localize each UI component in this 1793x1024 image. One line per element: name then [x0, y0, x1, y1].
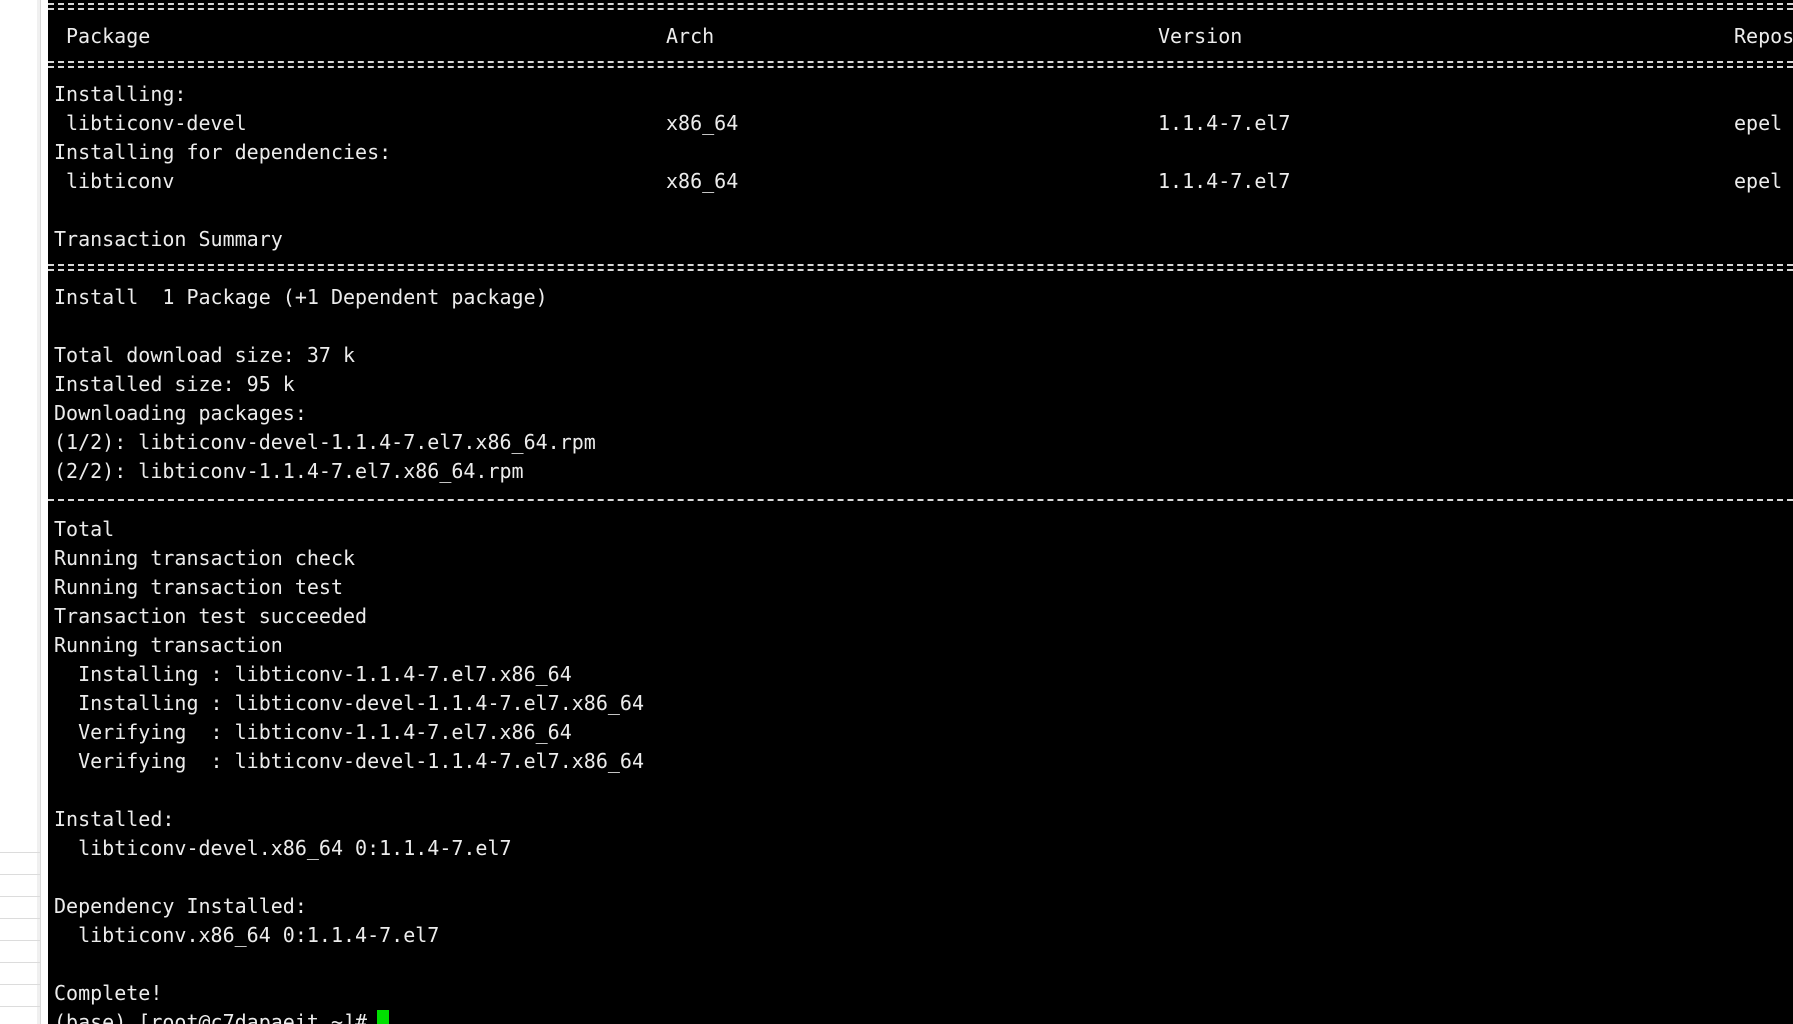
transaction-check-line: Running transaction check [54, 546, 356, 570]
prompt-text: (base) [root@c7dapaeit ~]# [54, 1010, 368, 1024]
installing-label: Installing: [54, 82, 187, 106]
panel-row-line [0, 874, 40, 875]
panel-row-line [0, 852, 40, 853]
transaction-summary-title: Transaction Summary [54, 227, 283, 251]
total-line: Total [54, 517, 115, 541]
package-repository: epel [1734, 111, 1783, 135]
double-rule [48, 1, 1793, 13]
deps-label: Installing for dependencies: [54, 140, 392, 164]
double-rule [48, 262, 1793, 274]
panel-row-line [0, 918, 40, 919]
installed-label: Installed: [54, 807, 175, 831]
panel-row-line [0, 940, 40, 941]
package-arch: x86_64 [666, 169, 739, 193]
header-package: Package [66, 24, 151, 48]
package-name: libticonv [66, 169, 175, 193]
dependency-installed-label: Dependency Installed: [54, 894, 307, 918]
package-version: 1.1.4-7.el7 [1158, 169, 1291, 193]
download-item: (2/2): libticonv-1.1.4-7.el7.x86_64.rpm [54, 459, 524, 483]
transaction-step: Verifying : libticonv-1.1.4-7.el7.x86_64 [54, 720, 572, 744]
left-side-panel [0, 0, 41, 1024]
panel-row-line [0, 984, 40, 985]
install-count-line: Install 1 Package (+1 Dependent package) [54, 285, 548, 309]
complete-line: Complete! [54, 981, 163, 1005]
panel-row-line [0, 896, 40, 897]
dependency-installed-item: libticonv.x86_64 0:1.1.4-7.el7 [54, 923, 440, 947]
transaction-step: Verifying : libticonv-devel-1.1.4-7.el7.… [54, 749, 645, 773]
header-version: Version [1158, 24, 1243, 48]
download-size-line: Total download size: 37 k [54, 343, 356, 367]
transaction-test-line: Running transaction test [54, 575, 343, 599]
shell-prompt[interactable]: (base) [root@c7dapaeit ~]# [54, 1008, 390, 1024]
downloading-line: Downloading packages: [54, 401, 307, 425]
installed-size-line: Installed size: 95 k [54, 372, 295, 396]
single-rule [48, 494, 1793, 506]
header-arch: Arch [666, 24, 715, 48]
package-version: 1.1.4-7.el7 [1158, 111, 1291, 135]
package-repository: epel [1734, 169, 1783, 193]
panel-row-lines [0, 848, 40, 1024]
double-rule [48, 59, 1793, 71]
text-cursor [377, 1010, 390, 1024]
panel-row-line [0, 1006, 40, 1007]
package-name: libticonv-devel [66, 111, 247, 135]
transaction-step: Installing : libticonv-devel-1.1.4-7.el7… [54, 691, 645, 715]
package-arch: x86_64 [666, 111, 739, 135]
panel-row-line [0, 962, 40, 963]
header-repository: Repos [1734, 24, 1793, 48]
running-transaction-line: Running transaction [54, 633, 283, 657]
installed-item: libticonv-devel.x86_64 0:1.1.4-7.el7 [54, 836, 512, 860]
transaction-test-ok-line: Transaction test succeeded [54, 604, 368, 628]
download-item: (1/2): libticonv-devel-1.1.4-7.el7.x86_6… [54, 430, 596, 454]
terminal-window[interactable]: Package Arch Version Repos Installing: l… [48, 0, 1793, 1024]
transaction-step: Installing : libticonv-1.1.4-7.el7.x86_6… [54, 662, 572, 686]
